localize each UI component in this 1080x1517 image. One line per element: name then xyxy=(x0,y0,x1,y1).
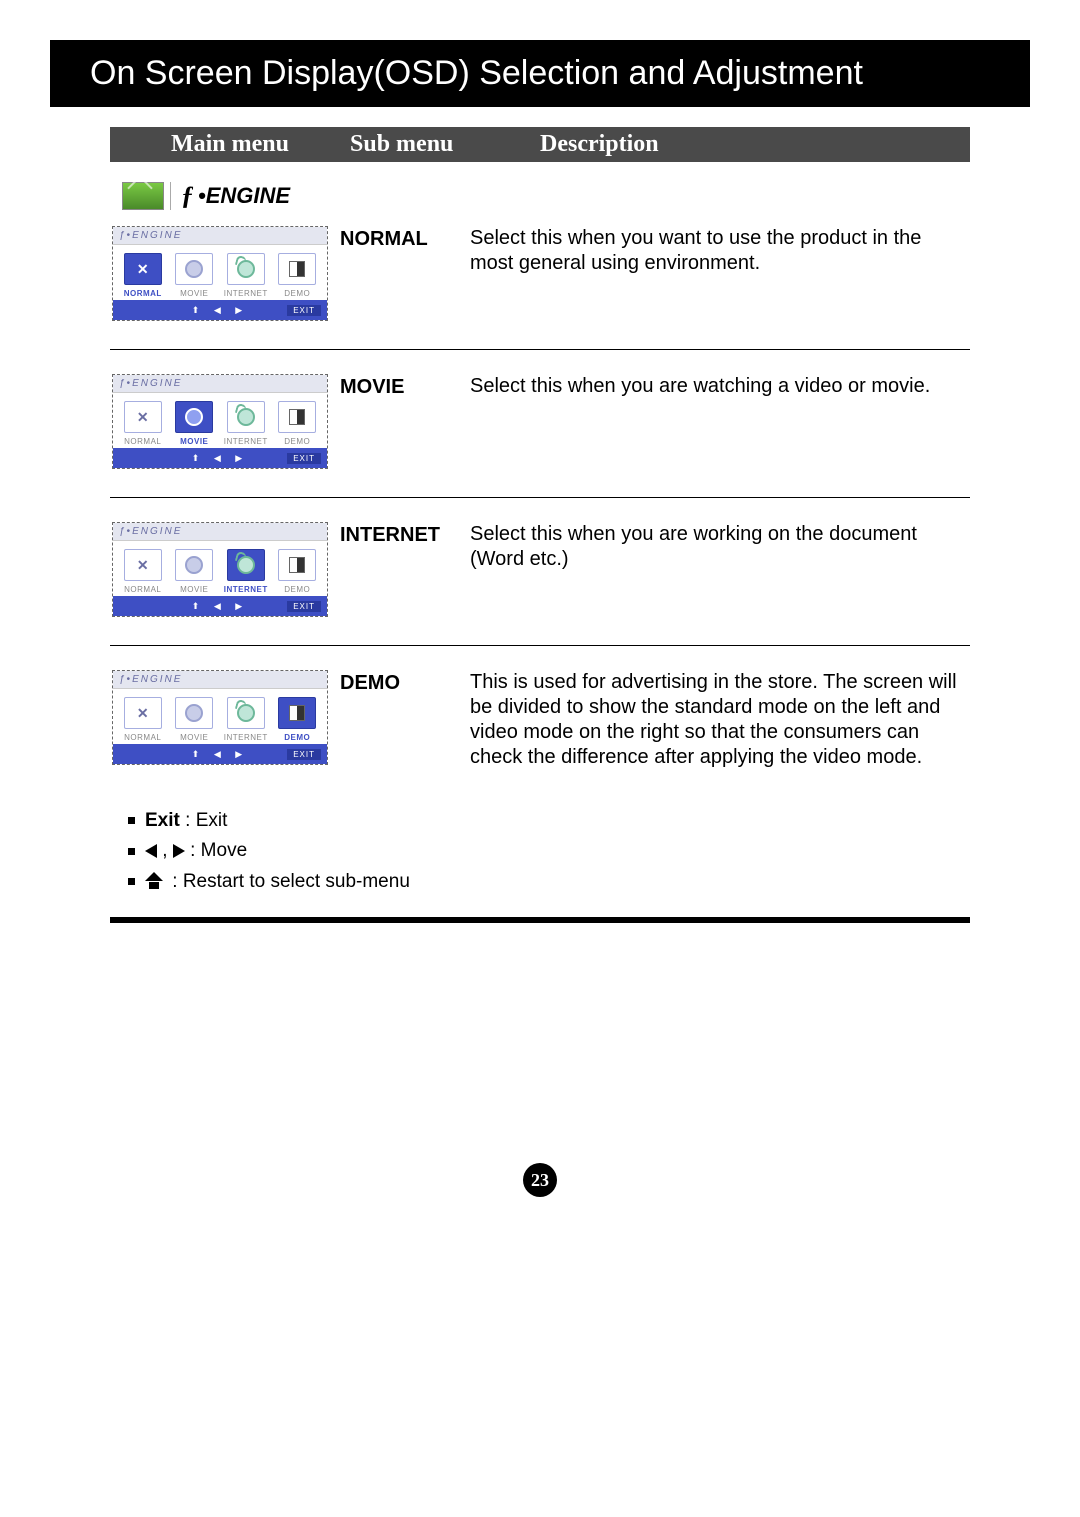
table-header: Main menu Sub menu Description xyxy=(110,127,970,162)
page-number: 23 xyxy=(523,1163,557,1197)
f-engine-label: ƒ•ENGINE xyxy=(170,182,290,210)
legend-exit: Exit : Exit xyxy=(128,806,970,836)
desc-demo: This is used for advertising in the stor… xyxy=(470,670,970,770)
osd-header-text: ƒ•ENGINE xyxy=(113,227,327,245)
f-engine-section-title: ƒ•ENGINE xyxy=(122,182,970,210)
row-internet: ƒ•ENGINE ✕NORMAL MOVIE INTERNET DEMO ⬆ ◀… xyxy=(110,516,970,646)
submenu-internet: INTERNET xyxy=(340,522,470,547)
osd-preview-demo: ƒ•ENGINE ✕NORMAL MOVIE INTERNET DEMO ⬆ ◀… xyxy=(112,670,328,765)
osd-option-internet: INTERNET xyxy=(224,253,268,298)
left-arrow-icon xyxy=(145,844,157,858)
osd-option-demo: DEMO xyxy=(275,253,319,298)
bottom-rule xyxy=(110,917,970,923)
legend-restart: : Restart to select sub-menu xyxy=(128,867,970,897)
legend-move: , : Move xyxy=(128,836,970,866)
desc-normal: Select this when you want to use the pro… xyxy=(470,226,970,276)
submenu-demo: DEMO xyxy=(340,670,470,695)
legend: Exit : Exit , : Move : Restart to select… xyxy=(128,806,970,897)
submenu-movie: MOVIE xyxy=(340,374,470,399)
f-engine-icon xyxy=(122,182,164,210)
submenu-normal: NORMAL xyxy=(340,226,470,251)
header-main-menu: Main menu xyxy=(110,127,350,162)
desc-movie: Select this when you are watching a vide… xyxy=(470,374,970,399)
up-arrow-icon xyxy=(147,875,161,889)
page-title: On Screen Display(OSD) Selection and Adj… xyxy=(50,40,1030,107)
osd-preview-movie: ƒ•ENGINE ✕NORMAL MOVIE INTERNET DEMO ⬆ ◀… xyxy=(112,374,328,469)
osd-option-normal: ✕NORMAL xyxy=(121,253,165,298)
desc-internet: Select this when you are working on the … xyxy=(470,522,970,572)
row-movie: ƒ•ENGINE ✕NORMAL MOVIE INTERNET DEMO ⬆ ◀… xyxy=(110,368,970,498)
right-arrow-icon xyxy=(173,844,185,858)
osd-preview-internet: ƒ•ENGINE ✕NORMAL MOVIE INTERNET DEMO ⬆ ◀… xyxy=(112,522,328,617)
header-description: Description xyxy=(540,127,970,162)
header-sub-menu: Sub menu xyxy=(350,127,540,162)
osd-option-movie: MOVIE xyxy=(172,253,216,298)
osd-preview-normal: ƒ•ENGINE ✕NORMAL MOVIE INTERNET DEMO ⬆ ◀… xyxy=(112,226,328,321)
row-demo: ƒ•ENGINE ✕NORMAL MOVIE INTERNET DEMO ⬆ ◀… xyxy=(110,664,970,792)
row-normal: ƒ•ENGINE ✕NORMAL MOVIE INTERNET DEMO ⬆ ◀… xyxy=(110,220,970,350)
